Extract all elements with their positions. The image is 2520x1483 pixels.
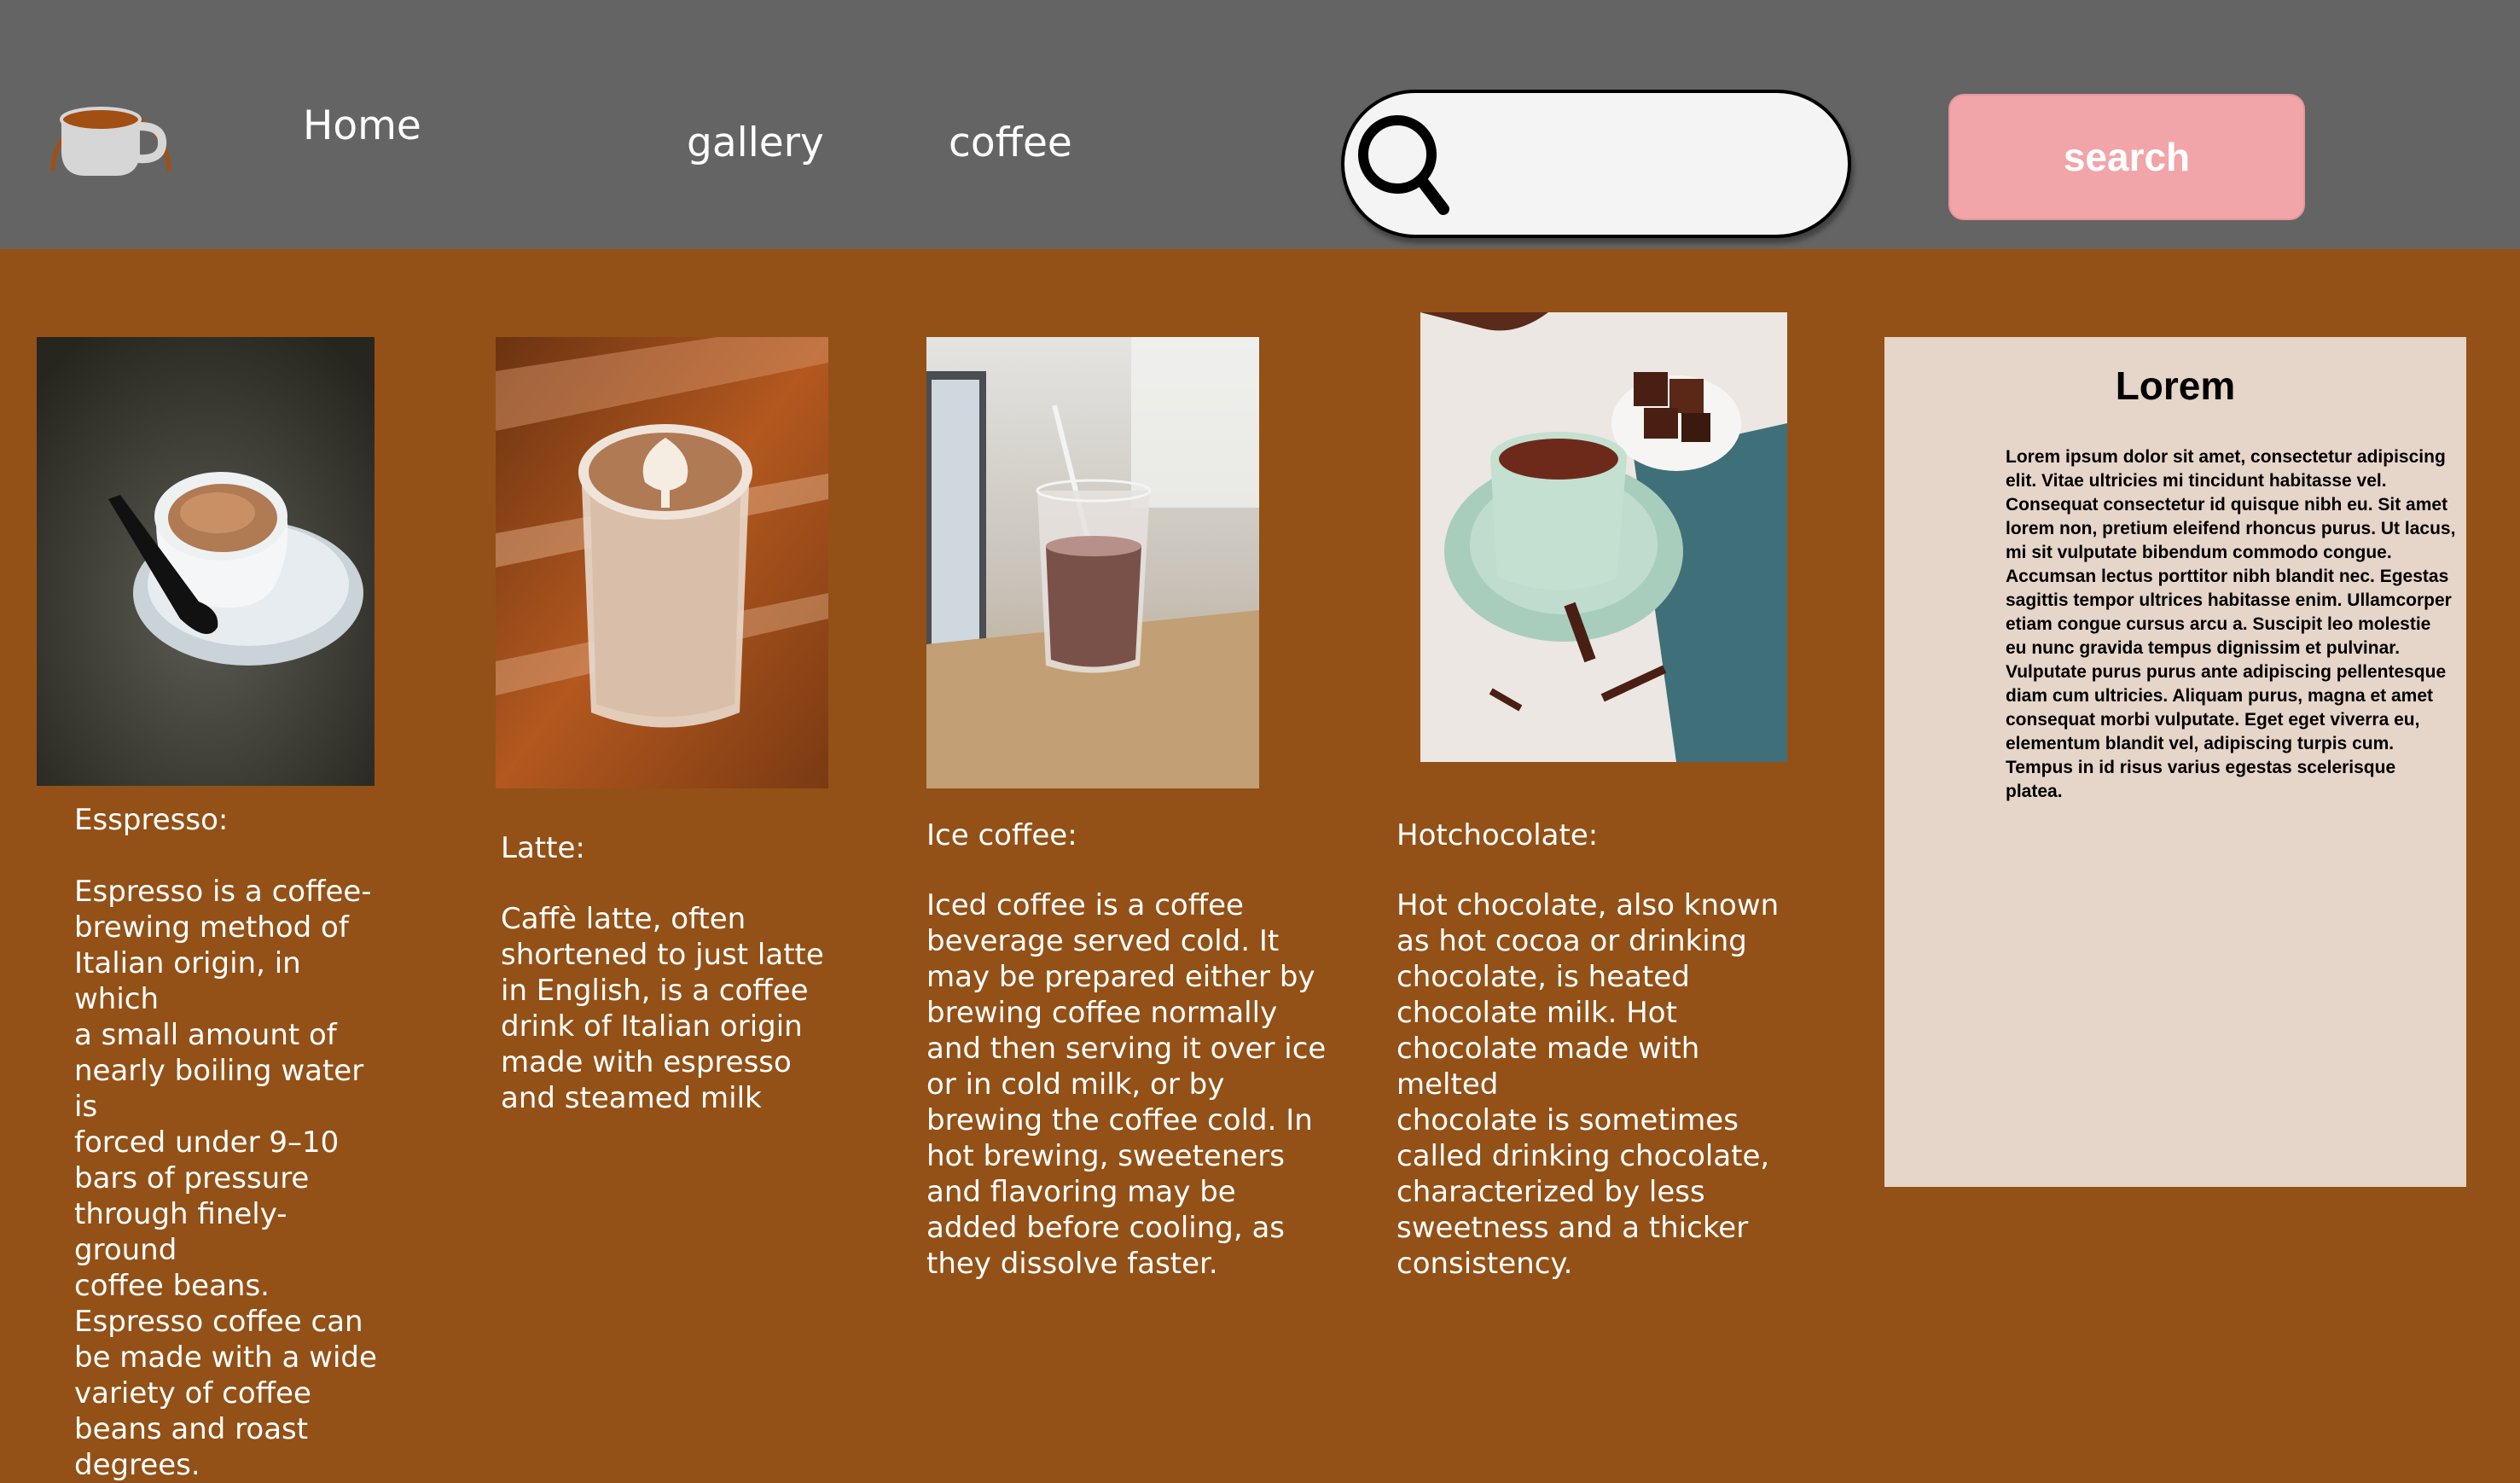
lorem-title: Lorem [2115, 363, 2236, 408]
nav-gallery-link[interactable]: gallery [687, 119, 824, 166]
ice-coffee-title: Ice coffee: [926, 818, 1077, 852]
espresso-title: Esspresso: [74, 803, 229, 837]
coffee-cup-logo-icon[interactable] [43, 70, 179, 189]
latte-glass-photo [496, 337, 828, 788]
ice-coffee-description: Iced coffee is a coffee beverage served … [926, 888, 1327, 1281]
nav-coffee-link[interactable]: coffee [949, 119, 1072, 166]
latte-description: Caffè latte, often shortened to just lat… [501, 902, 824, 1115]
top-header: Home gallery coffee search [0, 0, 2520, 249]
lorem-sidebar-panel: Lorem Lorem ipsum dolor sit amet, consec… [1884, 337, 2466, 1187]
search-input[interactable] [1460, 119, 1821, 214]
magnifier-icon [1358, 115, 1449, 215]
hot-chocolate-cup-photo [1420, 312, 1787, 762]
lorem-body-text: Lorem ipsum dolor sit amet, consectetur … [2006, 447, 2456, 801]
nav-home-link[interactable]: Home [303, 102, 421, 149]
search-box[interactable] [1341, 90, 1851, 238]
hot-chocolate-title: Hotchocolate: [1396, 818, 1599, 852]
hot-chocolate-description: Hot chocolate, also known as hot cocoa o… [1396, 888, 1780, 1281]
espresso-cup-photo [37, 337, 375, 786]
iced-coffee-glass-photo [926, 337, 1259, 788]
latte-title: Latte: [501, 831, 585, 865]
espresso-description: Espresso is a coffee- brewing method of … [74, 875, 377, 1482]
search-button[interactable]: search [1948, 94, 2305, 220]
